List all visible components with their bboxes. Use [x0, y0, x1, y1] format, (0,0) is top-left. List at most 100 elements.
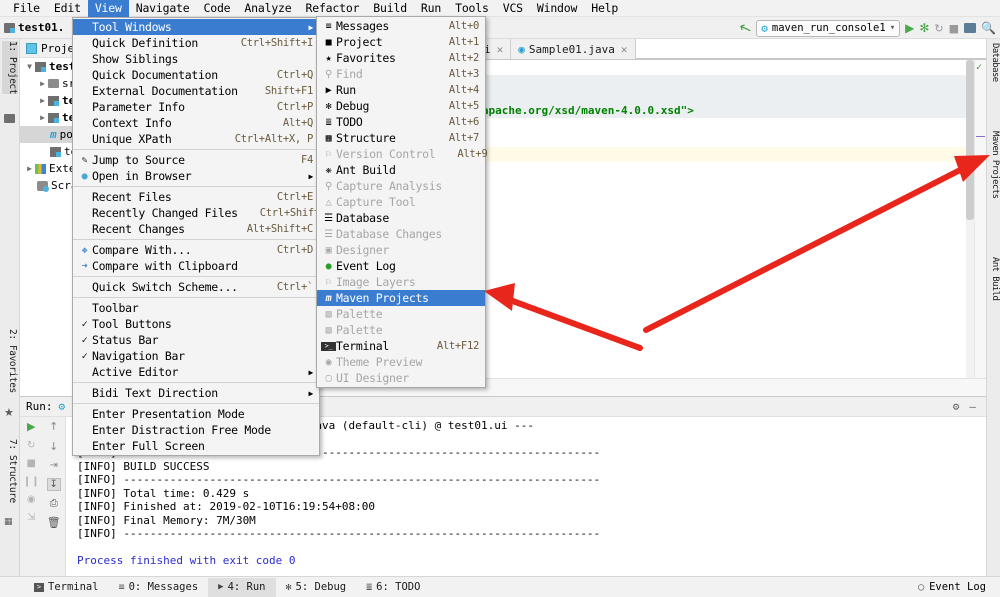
menu-item-jump-to-source[interactable]: ✎ Jump to Source F4 — [73, 152, 319, 168]
menu-item-open-in-browser[interactable]: ● Open in Browser ▶ — [73, 168, 319, 184]
scroll-to-end-icon[interactable]: ↧ — [46, 478, 61, 491]
menu-item-structure[interactable]: ▦ Structure Alt+7 — [317, 130, 485, 146]
menu-item-event-log[interactable]: ● Event Log — [317, 258, 485, 274]
menubar-item-navigate[interactable]: Navigate — [129, 0, 197, 17]
minimize-icon[interactable]: – — [969, 400, 976, 413]
menu-item-database[interactable]: ☰ Database — [317, 210, 485, 226]
tool-stripe-favorites[interactable]: 2: Favorites — [2, 329, 18, 393]
search-icon[interactable]: 🔍 — [981, 21, 996, 35]
status-run[interactable]: ▶ 4: Run — [208, 577, 276, 597]
menu-item-enter-distraction-free-mode[interactable]: Enter Distraction Free Mode — [73, 422, 319, 438]
menubar-item-vcs[interactable]: VCS — [496, 0, 530, 17]
menu-item-run[interactable]: ▶ Run Alt+4 — [317, 82, 485, 98]
menu-item-messages[interactable]: ≡ Messages Alt+0 — [317, 18, 485, 34]
status-event-log[interactable]: ◯ Event Log — [918, 581, 1000, 593]
menu-item-project[interactable]: ■ Project Alt+1 — [317, 34, 485, 50]
menu-item-quick-definition[interactable]: Quick Definition Ctrl+Shift+I — [73, 35, 319, 51]
tool-stripe-maven-projects[interactable]: Maven Projects — [986, 131, 1000, 198]
menubar-item-tools[interactable]: Tools — [448, 0, 496, 17]
menu-item-toolbar[interactable]: Toolbar — [73, 300, 319, 316]
gear-icon[interactable]: ⚙ — [59, 400, 66, 413]
tool-stripe-structure[interactable]: 7: Structure — [2, 439, 18, 503]
twisty-icon[interactable]: ▼ — [24, 62, 35, 71]
breadcrumb[interactable]: test01. — [4, 21, 64, 34]
chevron-down-icon[interactable]: ▾ — [890, 23, 895, 33]
status-debug[interactable]: ✻ 5: Debug — [276, 578, 357, 597]
twisty-icon[interactable]: ▶ — [37, 79, 48, 88]
scroll-up-icon[interactable]: ↑ — [49, 420, 58, 433]
rerun-icon[interactable]: ↻ — [934, 22, 943, 35]
menubar-item-code[interactable]: Code — [197, 0, 238, 17]
pause-icon[interactable]: ❙❙ — [23, 476, 40, 487]
menu-item-maven-projects[interactable]: m Maven Projects — [317, 290, 485, 306]
open-project-icon[interactable] — [964, 23, 977, 33]
console-line: [INFO] ---------------------------------… — [77, 473, 601, 486]
rerun-icon[interactable]: ▶ — [27, 420, 35, 433]
soft-wrap-icon[interactable]: ⇥ — [50, 460, 58, 471]
menu-item-terminal[interactable]: >_ Terminal Alt+F12 — [317, 338, 485, 354]
menubar-item-run[interactable]: Run — [414, 0, 448, 17]
menubar-item-analyze[interactable]: Analyze — [237, 0, 298, 17]
menu-item-unique-xpath[interactable]: Unique XPath Ctrl+Alt+X, P — [73, 131, 319, 147]
status-messages[interactable]: ≡ 0: Messages — [109, 578, 209, 597]
search-icon: ⚲ — [324, 180, 333, 192]
tool-stripe-database[interactable]: Database — [986, 43, 1000, 82]
menubar-item-build[interactable]: Build — [366, 0, 414, 17]
menu-item-compare-with-clipboard[interactable]: ➜ Compare with Clipboard — [73, 258, 319, 274]
menu-item-tool-buttons[interactable]: ✓ Tool Buttons — [73, 316, 319, 332]
scroll-down-icon[interactable]: ↓ — [49, 440, 58, 453]
tool-stripe-ant-build[interactable]: Ant Build — [986, 257, 1000, 300]
menubar-item-edit[interactable]: Edit — [47, 0, 88, 17]
menu-item-status-bar[interactable]: ✓ Status Bar — [73, 332, 319, 348]
menu-item-external-documentation[interactable]: External Documentation Shift+F1 — [73, 83, 319, 99]
settings-icon[interactable]: ⚙ — [953, 400, 960, 413]
editor-tab-sample01-java[interactable]: ◉ Sample01.java ✕ — [511, 39, 636, 59]
editor-scrollbar-thumb[interactable] — [966, 60, 974, 220]
menu-item-quick-documentation[interactable]: Quick Documentation Ctrl+Q — [73, 67, 319, 83]
close-icon[interactable]: ✕ — [497, 43, 504, 56]
menubar-item-help[interactable]: Help — [584, 0, 625, 17]
clear-all-icon[interactable]: 🗑 — [47, 516, 61, 529]
menu-item-navigation-bar[interactable]: ✓ Navigation Bar — [73, 348, 319, 364]
menu-item-enter-full-screen[interactable]: Enter Full Screen — [73, 438, 319, 454]
debug-icon[interactable]: ✻ — [919, 21, 929, 35]
twisty-icon[interactable]: ▶ — [24, 164, 35, 173]
close-icon[interactable]: ✕ — [621, 43, 628, 56]
menu-item-enter-presentation-mode[interactable]: Enter Presentation Mode — [73, 406, 319, 422]
status-todo[interactable]: ≣ 6: TODO — [356, 578, 430, 597]
menubar-item-window[interactable]: Window — [530, 0, 584, 17]
editor-marker-gutter[interactable]: ✓ — [974, 60, 986, 378]
menu-item-compare-with[interactable]: ❖ Compare With... Ctrl+D — [73, 242, 319, 258]
menu-item-favorites[interactable]: ★ Favorites Alt+2 — [317, 50, 485, 66]
menubar-item-refactor[interactable]: Refactor — [299, 0, 367, 17]
menu-item-show-siblings[interactable]: Show Siblings — [73, 51, 319, 67]
twisty-icon[interactable]: ▶ — [37, 96, 48, 105]
menu-item-active-editor[interactable]: Active Editor ▶ — [73, 364, 319, 380]
menubar-item-view[interactable]: View — [87, 0, 129, 17]
export-icon[interactable]: ⇲ — [27, 512, 35, 523]
stop-icon[interactable]: ■ — [27, 458, 36, 469]
run-configuration-selector[interactable]: ⚙ maven_run_console1 ▾ — [756, 19, 901, 37]
menu-item-parameter-info[interactable]: Parameter Info Ctrl+P — [73, 99, 319, 115]
menu-item-debug[interactable]: ✻ Debug Alt+5 — [317, 98, 485, 114]
status-terminal[interactable]: > Terminal — [24, 578, 109, 597]
stop-icon[interactable]: ■ — [949, 22, 959, 35]
menu-item-recently-changed-files[interactable]: Recently Changed Files Ctrl+Shift+E — [73, 205, 332, 221]
run-icon[interactable]: ▶ — [905, 21, 914, 35]
menu-item-context-info[interactable]: Context Info Alt+Q — [73, 115, 319, 131]
camera-icon[interactable]: ◉ — [27, 494, 36, 505]
twisty-icon[interactable]: ▶ — [37, 113, 48, 122]
print-icon[interactable]: ⎙ — [50, 498, 58, 509]
menu-item-recent-files[interactable]: Recent Files Ctrl+E — [73, 189, 319, 205]
menu-item-todo[interactable]: ≣ TODO Alt+6 — [317, 114, 485, 130]
tool-stripe-project[interactable]: 1: Project — [2, 41, 18, 95]
menu-item-recent-changes[interactable]: Recent Changes Alt+Shift+C — [73, 221, 319, 237]
menu-item-bidi-text-direction[interactable]: Bidi Text Direction ▶ — [73, 385, 319, 401]
build-arrow-icon[interactable]: ↖ — [736, 17, 754, 38]
menu-item-tool-windows[interactable]: Tool Windows ▶ — [73, 19, 319, 35]
editor-scrollbar[interactable] — [966, 60, 974, 378]
menubar-item-file[interactable]: File — [6, 0, 47, 17]
menu-item-quick-switch-scheme[interactable]: Quick Switch Scheme... Ctrl+` — [73, 279, 319, 295]
rerun-failed-icon[interactable]: ↻ — [27, 440, 35, 451]
menu-item-ant-build[interactable]: ❋ Ant Build — [317, 162, 485, 178]
